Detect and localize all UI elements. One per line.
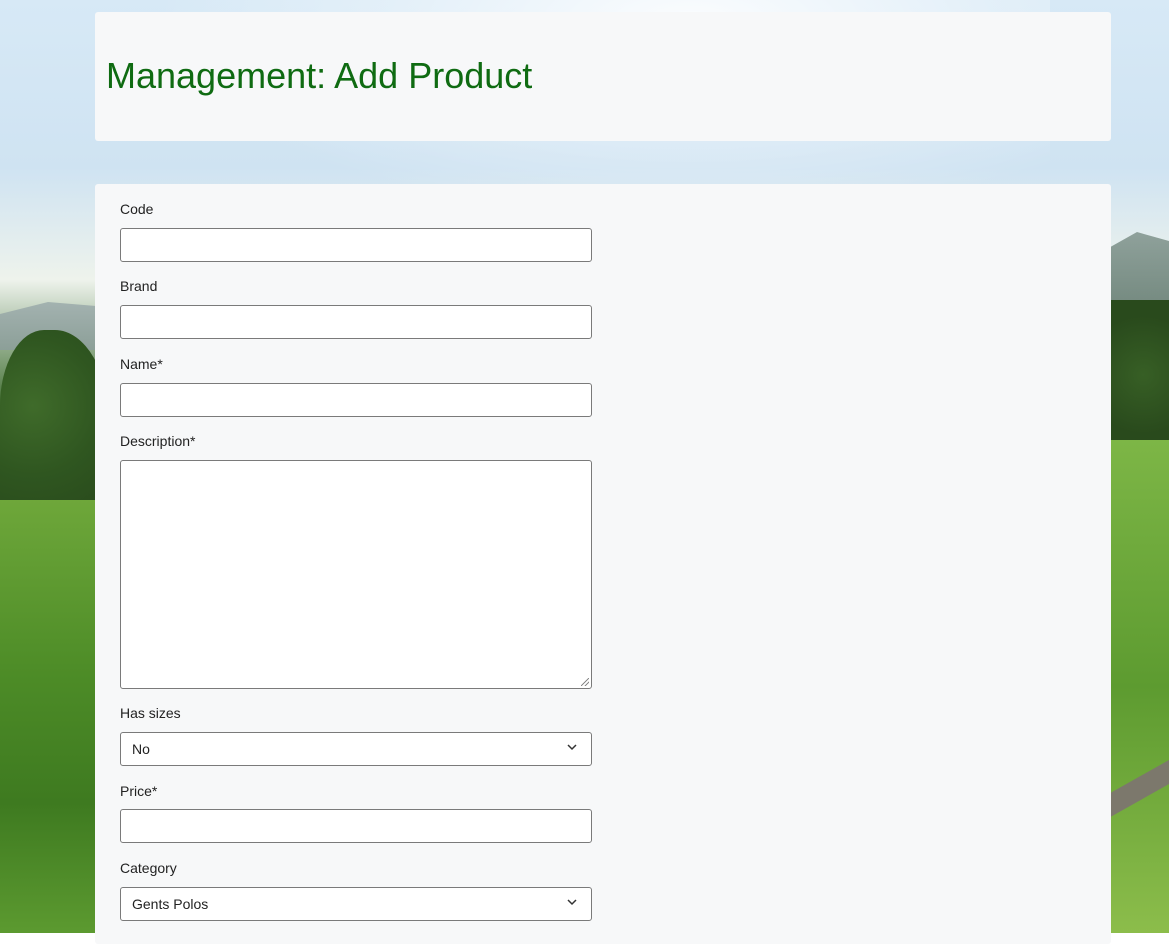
has-sizes-label: Has sizes bbox=[120, 705, 181, 721]
chevron-down-icon bbox=[567, 899, 577, 906]
price-input[interactable] bbox=[120, 809, 592, 843]
code-input[interactable] bbox=[120, 228, 592, 262]
trees-left bbox=[0, 330, 110, 520]
price-label: Price* bbox=[120, 783, 158, 799]
brand-label: Brand bbox=[120, 278, 158, 294]
category-select[interactable]: Gents Polos bbox=[120, 887, 592, 921]
category-selected-value: Gents Polos bbox=[132, 896, 209, 912]
code-label: Code bbox=[120, 201, 154, 217]
trees-right bbox=[1105, 300, 1169, 450]
category-label: Category bbox=[120, 860, 177, 876]
chevron-down-icon bbox=[567, 744, 577, 751]
has-sizes-select[interactable]: No bbox=[120, 732, 592, 766]
brand-input[interactable] bbox=[120, 305, 592, 339]
page-title: Management: Add Product bbox=[106, 55, 533, 96]
resize-handle[interactable] bbox=[581, 678, 589, 686]
name-input[interactable] bbox=[120, 383, 592, 417]
description-textarea[interactable] bbox=[120, 460, 592, 689]
fairway-left bbox=[0, 500, 110, 933]
add-product-form: Code Brand Name* Description* Has sizes … bbox=[95, 184, 1111, 944]
name-label: Name* bbox=[120, 356, 163, 372]
page-header: Management: Add Product bbox=[95, 12, 1111, 141]
has-sizes-selected-value: No bbox=[132, 741, 150, 757]
fairway-right bbox=[1105, 440, 1169, 933]
description-label: Description* bbox=[120, 433, 196, 449]
